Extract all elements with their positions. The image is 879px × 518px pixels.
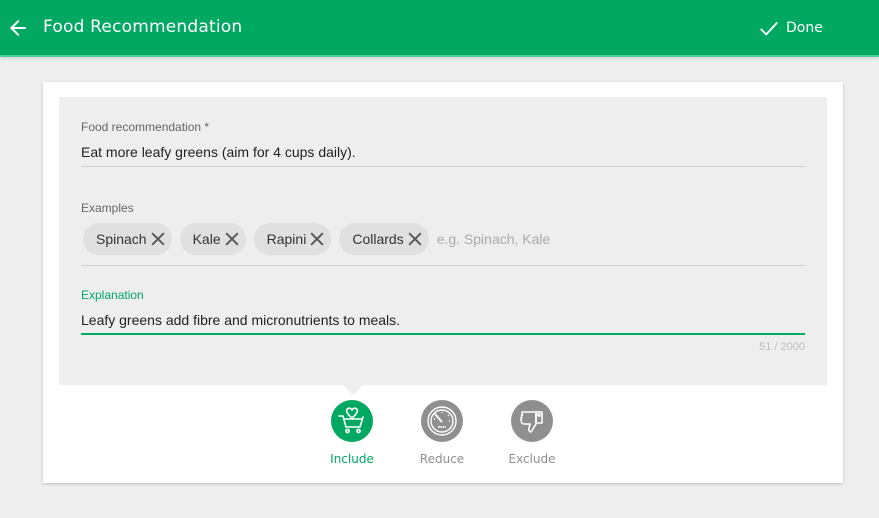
done-label: Done xyxy=(786,20,823,36)
form-panel: Food recommendation * Eat more leafy gre… xyxy=(59,97,827,395)
character-counter: 51 / 2000 xyxy=(759,341,805,353)
page-title: Food Recommendation xyxy=(43,17,243,37)
option-label: Reduce xyxy=(419,452,465,466)
field-underline xyxy=(81,265,805,266)
chip-collards[interactable]: Collards xyxy=(339,223,429,255)
reduce-badge xyxy=(421,400,463,442)
recommendation-card: Food recommendation * Eat more leafy gre… xyxy=(43,82,843,483)
thumbs-down-icon xyxy=(520,411,543,433)
speedometer-icon xyxy=(427,406,457,436)
chip-rapini[interactable]: Rapini xyxy=(253,223,332,255)
field-underline-focused xyxy=(81,333,805,335)
cart-heart-icon xyxy=(338,407,364,434)
food-recommendation-label: Food recommendation * xyxy=(81,120,210,134)
explanation-label: Explanation xyxy=(81,288,144,302)
option-label: Exclude xyxy=(508,452,556,466)
explanation-input[interactable]: Leafy greens add fibre and micronutrient… xyxy=(81,312,400,328)
arrow-left-icon xyxy=(10,20,26,36)
exclude-badge xyxy=(511,400,553,442)
close-icon[interactable] xyxy=(307,229,327,249)
close-icon[interactable] xyxy=(405,229,425,249)
option-exclude[interactable]: Exclude xyxy=(502,400,562,466)
option-include[interactable]: Include xyxy=(322,400,382,466)
close-icon[interactable] xyxy=(148,229,168,249)
close-icon[interactable] xyxy=(222,229,242,249)
chip-spinach[interactable]: Spinach xyxy=(83,223,172,255)
chip-label: Rapini xyxy=(266,231,307,247)
food-recommendation-input[interactable]: Eat more leafy greens (aim for 4 cups da… xyxy=(81,144,356,160)
check-icon xyxy=(760,21,778,36)
back-button[interactable] xyxy=(6,16,30,40)
app-toolbar: Food Recommendation Done xyxy=(0,0,879,57)
examples-input[interactable]: e.g. Spinach, Kale xyxy=(437,231,551,247)
field-underline xyxy=(81,166,805,167)
chip-label: Kale xyxy=(192,231,221,247)
include-badge xyxy=(331,400,373,442)
chip-list: Spinach Kale Rapini Collards e.g. Spinac… xyxy=(83,223,550,255)
chip-kale[interactable]: Kale xyxy=(179,223,246,255)
option-label: Include xyxy=(330,452,374,466)
examples-label: Examples xyxy=(81,201,134,215)
chip-label: Collards xyxy=(352,231,404,247)
chip-label: Spinach xyxy=(96,231,147,247)
option-reduce[interactable]: Reduce xyxy=(412,400,472,466)
done-button[interactable]: Done xyxy=(758,16,823,40)
